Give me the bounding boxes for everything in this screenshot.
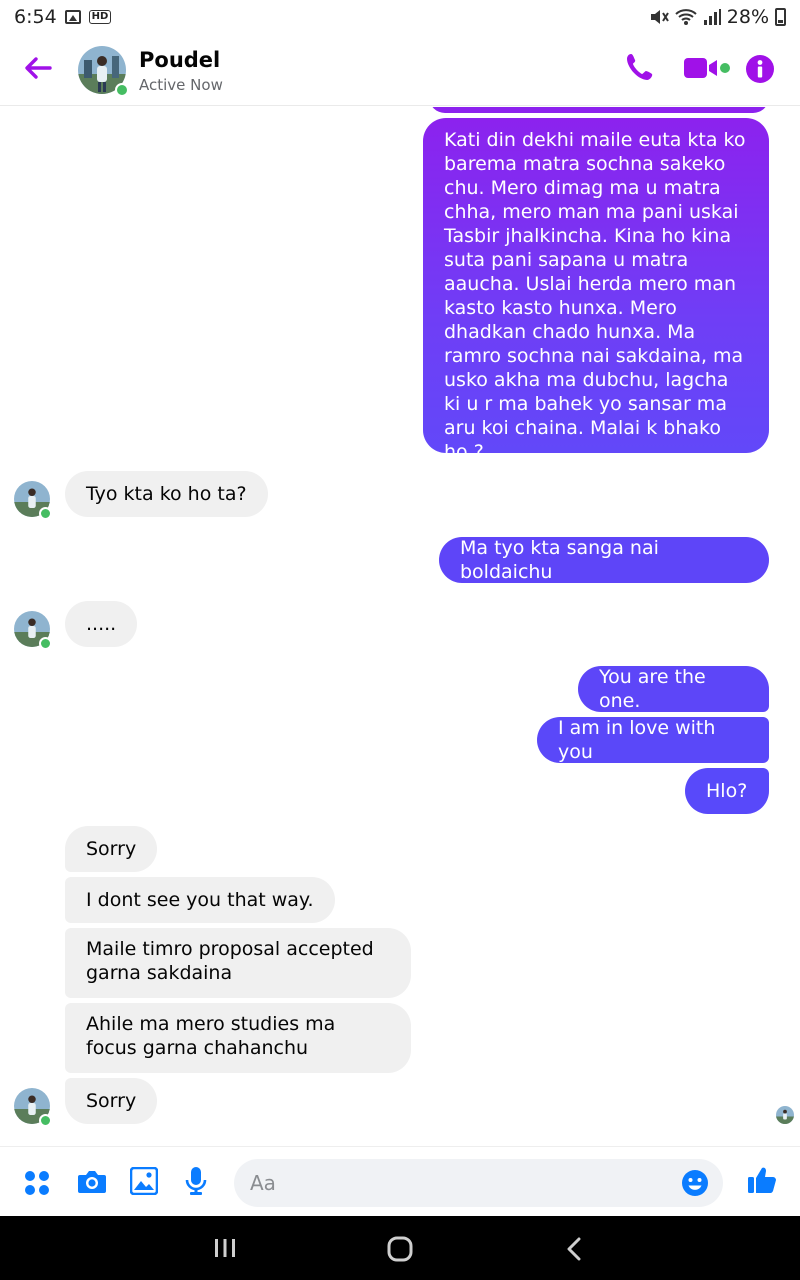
wifi-icon — [675, 9, 697, 25]
message-bubble-outgoing[interactable]: Hlo? — [685, 768, 769, 814]
video-camera-icon[interactable] — [684, 57, 732, 79]
status-bar: 6:54 HD 28% — [0, 0, 800, 34]
online-indicator — [39, 507, 52, 520]
message-text: I dont see you that way. — [86, 889, 314, 911]
message-bubble-outgoing[interactable]: Ma tyo kta sanga nai boldaichu — [439, 537, 769, 583]
online-indicator — [39, 637, 52, 650]
message-composer — [0, 1146, 800, 1216]
message-bubble-incoming[interactable]: ..... — [65, 601, 138, 647]
message-input-box[interactable] — [234, 1159, 723, 1207]
message-text: Kati din dekhi maile euta kta ko barema … — [444, 129, 746, 463]
conversation-header: Poudel Active Now — [0, 34, 800, 106]
smiley-icon[interactable] — [681, 1169, 709, 1197]
system-navigation-bar — [0, 1216, 800, 1280]
mute-icon — [650, 10, 669, 24]
avatar-photo — [776, 1106, 794, 1124]
recent-apps-icon[interactable] — [214, 1238, 236, 1258]
four-dots-icon[interactable] — [24, 1170, 50, 1196]
message-bubble-incoming[interactable]: I dont see you that way. — [65, 877, 335, 923]
message-bubble-outgoing[interactable]: You are the one. — [578, 666, 769, 712]
message-bubble-outgoing[interactable]: I am in love with you — [537, 717, 769, 763]
message-input[interactable] — [250, 1159, 670, 1207]
message-text: I am in love with you — [558, 717, 716, 763]
message-text: Hlo? — [706, 780, 748, 802]
status-time: 6:54 — [14, 6, 57, 28]
message-bubble-incoming[interactable]: Ahile ma mero studies ma focus garna cha… — [65, 1003, 411, 1073]
contact-name[interactable]: Poudel — [139, 48, 220, 72]
info-icon[interactable] — [745, 54, 775, 84]
signal-icon — [703, 9, 721, 25]
hd-icon: HD — [88, 10, 112, 24]
message-bubble-incoming[interactable]: Maile timro proposal accepted garna sakd… — [65, 928, 411, 998]
message-text: Sorry — [86, 1090, 137, 1112]
battery-icon — [775, 8, 786, 26]
microphone-icon[interactable] — [185, 1166, 207, 1196]
message-bubble-outgoing-partial[interactable] — [429, 107, 769, 113]
message-bubble-outgoing[interactable]: Kati din dekhi maile euta kta ko barema … — [423, 118, 769, 463]
message-bubble-incoming[interactable]: Sorry — [65, 1078, 158, 1124]
thumbs-up-icon[interactable] — [747, 1165, 777, 1195]
gallery-notification-icon — [64, 10, 81, 24]
message-text: Tyo kta ko ho ta? — [86, 483, 247, 505]
message-text: Ma tyo kta sanga nai boldaichu — [460, 537, 659, 583]
contact-status: Active Now — [139, 76, 223, 94]
message-text: Ahile ma mero studies ma focus garna cha… — [86, 1013, 336, 1059]
camera-icon[interactable] — [77, 1169, 107, 1195]
message-thread[interactable]: Kati din dekhi maile euta kta ko barema … — [0, 107, 800, 1143]
phone-icon[interactable] — [624, 51, 656, 83]
battery-percent: 28% — [726, 6, 769, 28]
message-text: You are the one. — [599, 666, 706, 712]
online-indicator — [115, 83, 129, 97]
image-icon[interactable] — [130, 1167, 158, 1195]
message-bubble-incoming[interactable]: Sorry — [65, 826, 158, 872]
message-text: ..... — [86, 613, 117, 635]
online-indicator — [39, 1114, 52, 1127]
arrow-left-icon[interactable] — [22, 52, 54, 84]
home-icon[interactable] — [387, 1236, 413, 1262]
message-bubble-incoming[interactable]: Tyo kta ko ho ta? — [65, 471, 268, 517]
message-text: Maile timro proposal accepted garna sakd… — [86, 938, 374, 984]
contact-avatar[interactable] — [78, 46, 129, 97]
message-text: Sorry — [86, 838, 137, 860]
back-nav-icon[interactable] — [566, 1237, 582, 1261]
read-receipt-avatar — [776, 1106, 794, 1124]
